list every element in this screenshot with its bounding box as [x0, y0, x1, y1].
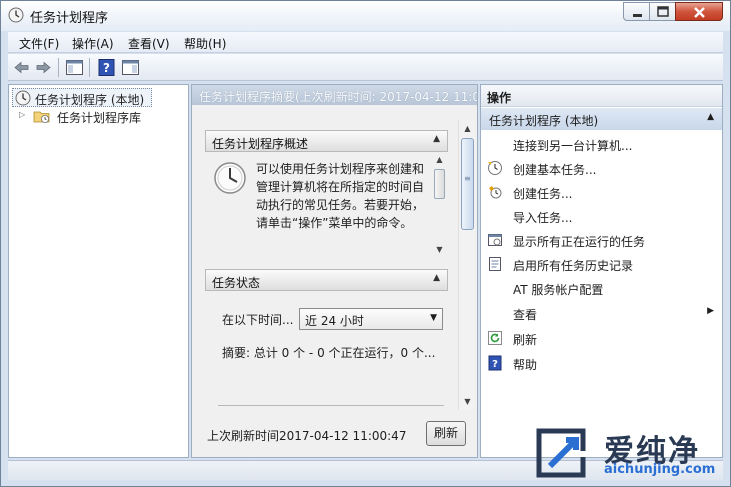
svg-text:?: ?	[103, 61, 110, 75]
back-arrow-icon[interactable]	[11, 57, 32, 78]
action-label: AT 服务帐户配置	[513, 283, 604, 297]
toolbar-separator	[58, 58, 59, 77]
history-icon	[489, 257, 501, 271]
actions-group-header[interactable]: 任务计划程序 (本地) ▲	[481, 108, 722, 130]
minimize-icon	[633, 14, 642, 17]
tree-item-label: 任务计划程序库	[57, 111, 142, 125]
help-icon[interactable]: ?	[96, 57, 117, 78]
scroll-down-icon[interactable]: ▼	[434, 244, 445, 255]
action-at-service[interactable]: AT 服务帐户配置	[481, 276, 722, 300]
action-label: 启用所有任务历史记录	[513, 259, 634, 273]
submenu-arrow-icon: ▶	[707, 306, 714, 316]
action-show-running[interactable]: 显示所有正在运行的任务	[481, 228, 722, 252]
watermark-logo-icon	[536, 428, 594, 478]
action-label: 查看	[513, 308, 538, 322]
overview-section-header[interactable]: 任务计划程序概述 ▲	[205, 130, 448, 152]
watermark: 爱纯净 aichunjing.com	[530, 424, 730, 486]
summary-scrollbar[interactable]: ▲ ≡ ▼	[458, 120, 475, 410]
collapse-caret-icon[interactable]: ▲	[433, 273, 440, 283]
menu-file[interactable]: 文件(F)	[19, 35, 59, 52]
refresh-button[interactable]: 刷新	[426, 421, 466, 446]
overview-body: 可以使用任务计划程序来创建和管理计算机将在所指定的时间自动执行的常见任务。若要开…	[205, 153, 448, 257]
console-tree: 任务计划程序 (本地) ▷ 任务计划程序库	[8, 84, 189, 458]
help-icon: ?	[488, 355, 502, 371]
action-create-task[interactable]: 创建任务...	[481, 180, 722, 204]
tree-item-local[interactable]: 任务计划程序 (本地)	[12, 88, 152, 107]
folder-clock-icon	[33, 111, 50, 123]
basic-task-icon	[488, 161, 502, 175]
action-connect[interactable]: 连接到另一台计算机...	[481, 132, 722, 156]
overview-title: 任务计划程序概述	[212, 137, 309, 151]
summary-header: 任务计划程序摘要(上次刷新时间: 2017-04-12 11:00:47)	[192, 85, 477, 105]
scroll-up-icon[interactable]: ▲	[434, 154, 445, 165]
last-refresh-text: 上次刷新时间2017-04-12 11:00:47	[207, 429, 407, 443]
refresh-icon	[488, 331, 502, 345]
period-label: 在以下时间...	[222, 313, 294, 327]
chevron-down-icon: ▼	[430, 313, 437, 323]
action-label: 导入任务...	[513, 211, 573, 225]
status-section-header[interactable]: 任务状态 ▲	[205, 269, 448, 291]
action-pane-icon[interactable]	[120, 57, 141, 78]
maximize-icon	[657, 6, 669, 17]
action-label: 刷新	[513, 333, 538, 347]
create-task-icon	[489, 186, 502, 199]
minimize-button[interactable]	[623, 2, 650, 21]
action-help[interactable]: ? 帮助	[481, 351, 722, 375]
app-window: 任务计划程序 文件(F) 操作(A) 查看(V) 帮助(H) ? 任务计划程序 …	[0, 0, 731, 487]
tree-item-label: 任务计划程序 (本地)	[35, 93, 145, 107]
expand-arrow-icon[interactable]: ▷	[19, 110, 25, 119]
close-button[interactable]	[675, 2, 723, 21]
running-tasks-icon	[488, 234, 502, 246]
actions-group-title: 任务计划程序 (本地)	[489, 114, 599, 128]
status-title: 任务状态	[212, 276, 261, 290]
period-select[interactable]: 近 24 小时 ▼	[299, 308, 443, 330]
clock-icon	[8, 7, 24, 23]
divider	[218, 405, 444, 406]
window-title: 任务计划程序	[30, 11, 109, 26]
collapse-caret-icon[interactable]: ▲	[707, 112, 714, 122]
actions-pane: 操作 任务计划程序 (本地) ▲ 连接到另一台计算机... 创建基本任务... …	[480, 84, 723, 458]
status-body: 在以下时间... 近 24 小时 ▼ 摘要: 总计 0 个 - 0 个正在运行，…	[205, 292, 448, 410]
status-summary: 摘要: 总计 0 个 - 0 个正在运行，0 个...	[222, 346, 436, 360]
toolbar: ?	[8, 54, 723, 81]
scroll-up-icon[interactable]: ▲	[462, 123, 473, 134]
overview-description: 可以使用任务计划程序来创建和管理计算机将在所指定的时间自动执行的常见任务。若要开…	[256, 162, 425, 230]
summary-header-text: 任务计划程序摘要(上次刷新时间: 2017-04-12 11:00:47)	[199, 90, 477, 104]
maximize-button[interactable]	[649, 2, 676, 21]
scroll-thumb[interactable]: ≡	[461, 138, 474, 230]
menu-action[interactable]: 操作(A)	[72, 35, 114, 52]
action-view[interactable]: 查看 ▶	[481, 301, 722, 325]
title-bar[interactable]: 任务计划程序	[1, 1, 730, 31]
action-enable-history[interactable]: 启用所有任务历史记录	[481, 252, 722, 276]
action-label: 创建基本任务...	[513, 163, 597, 177]
actions-title: 操作	[487, 91, 512, 105]
action-label: 帮助	[513, 358, 538, 372]
action-import-task[interactable]: 导入任务...	[481, 204, 722, 228]
overview-scrollbar[interactable]: ▲ ▼	[432, 153, 447, 257]
grip-icon: ≡	[464, 174, 471, 183]
menu-bar: 文件(F) 操作(A) 查看(V) 帮助(H)	[8, 32, 723, 53]
menu-help[interactable]: 帮助(H)	[184, 35, 226, 52]
action-refresh[interactable]: 刷新	[481, 326, 722, 350]
menu-view[interactable]: 查看(V)	[128, 35, 170, 52]
clock-icon	[214, 162, 246, 194]
watermark-url: aichunjing.com	[604, 462, 716, 477]
action-label: 连接到另一台计算机...	[513, 139, 633, 153]
action-create-basic-task[interactable]: 创建基本任务...	[481, 156, 722, 180]
collapse-caret-icon[interactable]: ▲	[433, 134, 440, 144]
close-icon	[694, 7, 705, 18]
actions-header: 操作	[481, 85, 722, 107]
clock-icon	[15, 90, 31, 106]
action-label: 显示所有正在运行的任务	[513, 235, 646, 249]
svg-text:?: ?	[492, 359, 498, 370]
scroll-thumb[interactable]	[434, 169, 445, 199]
console-tree-icon[interactable]	[64, 57, 85, 78]
forward-arrow-icon[interactable]	[33, 57, 54, 78]
period-select-value: 近 24 小时	[305, 314, 364, 328]
action-label: 创建任务...	[513, 187, 573, 201]
summary-pane: 任务计划程序摘要(上次刷新时间: 2017-04-12 11:00:47) 任务…	[191, 84, 478, 458]
scroll-down-icon[interactable]: ▼	[462, 396, 473, 407]
toolbar-separator	[89, 58, 90, 77]
